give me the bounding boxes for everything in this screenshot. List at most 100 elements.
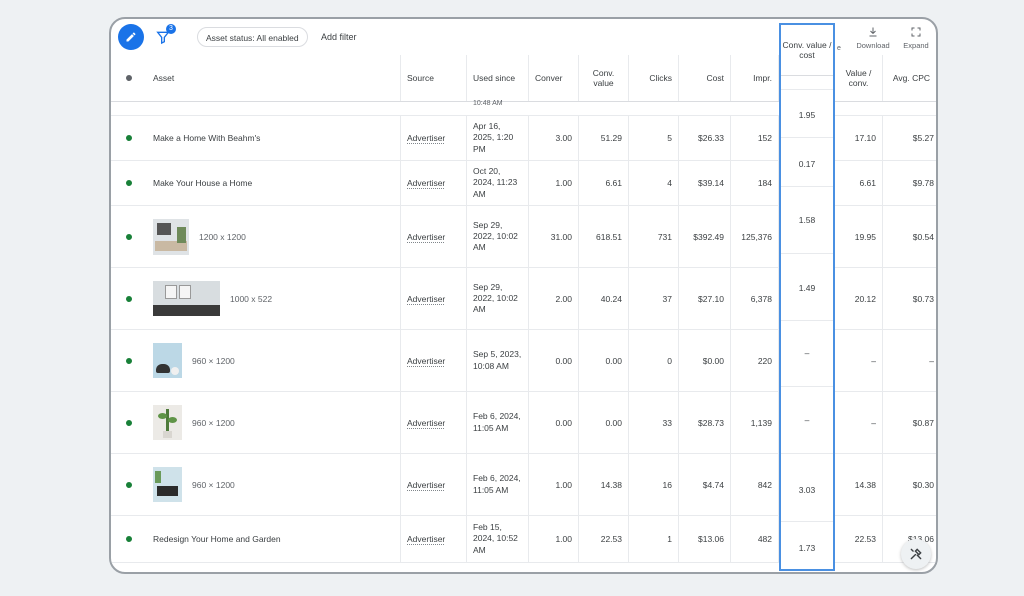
- expand-label: Expand: [903, 41, 929, 50]
- status-dot: [126, 135, 132, 141]
- status-dot: [126, 295, 132, 302]
- cost-value: $39.14: [679, 161, 731, 205]
- expand-button[interactable]: Expand: [899, 26, 933, 50]
- cost-value: $13.06: [679, 516, 731, 562]
- highlighted-conv-value-cost-column: Conv. value / cost 1.95 0.17 1.58 1.49 –…: [779, 23, 835, 571]
- status-dot: [126, 481, 132, 488]
- col-value-per-conv[interactable]: Value / conv.: [835, 55, 883, 101]
- used-since-value: Apr 16, 2025, 1:20 PM: [467, 116, 529, 160]
- asset-thumbnail[interactable]: [153, 405, 182, 440]
- value-per-conv-value: 22.53: [835, 516, 883, 562]
- impr-value: 482: [731, 516, 779, 562]
- impr-value: 184: [731, 161, 779, 205]
- source-link[interactable]: Advertiser: [407, 133, 445, 143]
- status-column-header: [111, 55, 147, 101]
- source-link[interactable]: Advertiser: [407, 480, 445, 490]
- tools-button[interactable]: [901, 539, 931, 569]
- conv-value-cost-value: 1.49: [798, 283, 816, 293]
- col-source[interactable]: Source: [401, 55, 467, 101]
- value-per-conv-value: –: [835, 330, 883, 391]
- download-icon: [869, 27, 877, 37]
- avg-cpc-value: $5.27: [912, 133, 934, 143]
- source-link[interactable]: Advertiser: [407, 534, 445, 544]
- conv-value-value: 22.53: [579, 516, 629, 562]
- clicks-value: 0: [629, 330, 679, 391]
- asset-thumbnail[interactable]: [153, 467, 182, 502]
- download-label: Download: [856, 41, 890, 50]
- conversions-value: 31.00: [529, 206, 579, 267]
- impr-value: 125,376: [731, 206, 779, 267]
- asset-thumbnail[interactable]: [153, 218, 189, 255]
- impr-value: 152: [731, 116, 779, 160]
- used-since-value: Feb 6, 2024, 11:05 AM: [467, 454, 529, 515]
- impr-value: 1,139: [731, 392, 779, 453]
- download-button[interactable]: Download: [853, 26, 893, 50]
- conv-value-value: 51.29: [579, 116, 629, 160]
- cost-value: $26.33: [679, 116, 731, 160]
- asset-dimensions: 960 × 1200: [192, 479, 235, 490]
- asset-thumbnail[interactable]: [153, 343, 182, 378]
- conversions-value: 0.00: [529, 330, 579, 391]
- clicks-value: 16: [629, 454, 679, 515]
- conv-value-value: 6.61: [579, 161, 629, 205]
- source-link[interactable]: Advertiser: [407, 418, 445, 428]
- value-per-conv-value: 17.10: [835, 116, 883, 160]
- conv-value-cost-value: –: [804, 415, 810, 425]
- cost-value: $392.49: [679, 206, 731, 267]
- edit-button[interactable]: [118, 24, 144, 50]
- col-cost[interactable]: Cost: [679, 55, 731, 101]
- source-link[interactable]: Advertiser: [407, 356, 445, 366]
- used-since-value: Oct 20, 2024, 11:23 AM: [467, 161, 529, 205]
- value-per-conv-value: 19.95: [835, 206, 883, 267]
- conversions-value: 2.00: [529, 268, 579, 329]
- add-filter-button[interactable]: Add filter: [321, 32, 357, 42]
- col-conv-value[interactable]: Conv. value: [579, 55, 629, 101]
- conv-value-value: 0.00: [579, 392, 629, 453]
- used-since-value: Feb 6, 2024, 11:05 AM: [467, 392, 529, 453]
- col-used-since[interactable]: Used since: [467, 55, 529, 101]
- used-since-value: Sep 29, 2022, 10:02 AM: [467, 268, 529, 329]
- conv-value-cost-value: 3.03: [798, 485, 816, 495]
- conv-value-value: 618.51: [579, 206, 629, 267]
- impr-value: 220: [731, 330, 779, 391]
- value-per-conv-value: 6.61: [835, 161, 883, 205]
- conv-value-cost-value: –: [804, 348, 810, 358]
- avg-cpc-value: $0.30: [912, 479, 934, 490]
- conversions-value: 3.00: [529, 116, 579, 160]
- conversions-value: 1.00: [529, 516, 579, 562]
- tools-icon: [910, 548, 922, 560]
- asset-dimensions: 960 × 1200: [192, 417, 235, 428]
- used-since-value: Sep 5, 2023, 10:08 AM: [467, 330, 529, 391]
- impr-value: 6,378: [731, 268, 779, 329]
- value-per-conv-value: 20.12: [835, 268, 883, 329]
- asset-dimensions: 1000 x 522: [230, 293, 273, 304]
- asset-status-chip[interactable]: Asset status: All enabled: [197, 27, 308, 47]
- clicks-value: 1: [629, 516, 679, 562]
- col-asset[interactable]: Asset: [147, 55, 401, 101]
- asset-text: Make Your House a Home: [153, 178, 253, 188]
- col-clicks[interactable]: Clicks: [629, 55, 679, 101]
- partial-toolbar-label: e: [837, 45, 841, 52]
- source-link[interactable]: Advertiser: [407, 178, 445, 188]
- status-dot: [126, 180, 132, 186]
- status-dot: [126, 536, 132, 542]
- cost-value: $28.73: [679, 392, 731, 453]
- conversions-value: 1.00: [529, 161, 579, 205]
- avg-cpc-value: $0.87: [912, 417, 934, 428]
- clicks-value: 731: [629, 206, 679, 267]
- col-conv-value-cost[interactable]: Conv. value / cost: [781, 25, 833, 76]
- source-link[interactable]: Advertiser: [407, 294, 445, 304]
- col-avg-cpc[interactable]: Avg. CPC: [883, 55, 936, 101]
- clicks-value: 5: [629, 116, 679, 160]
- pencil-icon: [126, 32, 136, 42]
- asset-text: Redesign Your Home and Garden: [153, 534, 281, 544]
- asset-thumbnail[interactable]: [153, 281, 220, 316]
- col-conversions[interactable]: Conver: [529, 55, 579, 101]
- source-link[interactable]: Advertiser: [407, 232, 445, 242]
- used-since-value: Feb 15, 2024, 10:52 AM: [467, 516, 529, 562]
- impr-value: 842: [731, 454, 779, 515]
- clicks-value: 4: [629, 161, 679, 205]
- conv-value-value: 14.38: [579, 454, 629, 515]
- col-impr[interactable]: Impr.: [731, 55, 779, 101]
- asset-text: Make a Home With Beahm's: [153, 133, 261, 143]
